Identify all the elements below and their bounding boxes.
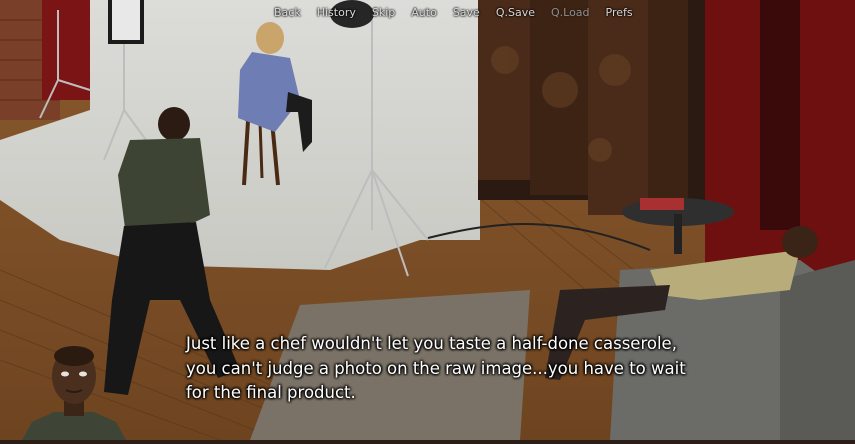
save-button[interactable]: Save (445, 6, 488, 19)
dialogue-line: you can't judge a photo on the raw image… (186, 358, 686, 378)
quick-load-button[interactable]: Q.Load (543, 6, 598, 19)
preferences-button[interactable]: Prefs (598, 6, 641, 19)
dialogue-line: Just like a chef wouldn't let you taste … (186, 334, 677, 353)
auto-button[interactable]: Auto (403, 6, 445, 19)
speaker-portrait (22, 344, 126, 440)
speaker-portrait-image (22, 346, 126, 440)
quick-save-button[interactable]: Q.Save (488, 6, 543, 19)
skip-button[interactable]: Skip (364, 6, 403, 19)
dialogue-text[interactable]: Just like a chef wouldn't let you taste … (186, 332, 746, 406)
quick-menu: Back History Skip Auto Save Q.Save Q.Loa… (266, 4, 641, 20)
dialogue-line: for the final product. (186, 383, 356, 402)
history-button[interactable]: History (309, 6, 364, 19)
back-button[interactable]: Back (266, 6, 309, 19)
